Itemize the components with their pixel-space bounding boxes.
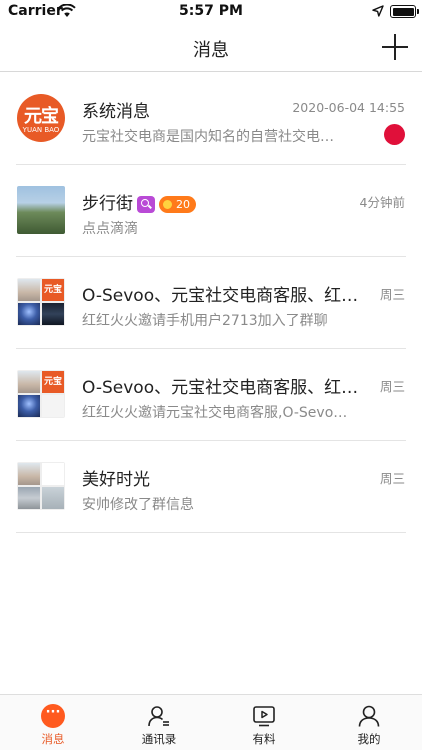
- search-badge-icon: [137, 195, 155, 213]
- conversation-row[interactable]: 元宝 YUAN BAO 系统消息 2020-06-04 14:55 元宝社交电商…: [0, 73, 422, 165]
- conversation-time: 周三: [379, 379, 405, 394]
- conversation-row[interactable]: 元宝 O-Sevoo、元宝社交电商客服、红红火火 周三 红红火火邀请手机用户27…: [0, 257, 422, 349]
- coin-icon: [163, 199, 172, 209]
- avatar-logo-subtext: YUAN BAO: [22, 126, 60, 134]
- page-title: 消息: [193, 40, 229, 61]
- unread-badge: [384, 124, 405, 145]
- tab-label: 通讯录: [141, 732, 177, 746]
- video-icon: [253, 706, 275, 727]
- conversation-title: O-Sevoo、元宝社交电商客服、红红火火: [82, 286, 374, 306]
- conversation-title: O-Sevoo、元宝社交电商客服、红红火火: [82, 378, 374, 398]
- tab-bar: 消息 通讯录 有料 我的: [0, 694, 422, 750]
- chat-bubble-icon: [41, 704, 65, 728]
- group-avatar: 元宝: [17, 278, 65, 326]
- battery-icon: [390, 5, 419, 18]
- tab-profile[interactable]: 我的: [316, 695, 422, 750]
- conversation-preview: 安帅修改了群信息: [82, 497, 194, 513]
- conversation-list: 元宝 YUAN BAO 系统消息 2020-06-04 14:55 元宝社交电商…: [0, 73, 422, 533]
- avatar-tile: [18, 395, 40, 417]
- tab-contacts[interactable]: 通讯录: [106, 695, 212, 750]
- tab-discover[interactable]: 有料: [211, 695, 317, 750]
- contacts-icon: [148, 706, 169, 727]
- avatar-tile: [42, 463, 64, 485]
- conversation-preview: 点点滴滴: [82, 221, 138, 237]
- avatar-tile: [42, 487, 64, 509]
- tab-messages[interactable]: 消息: [0, 695, 106, 750]
- avatar-logo-text: 元宝: [24, 106, 59, 127]
- conversation-time: 4分钟前: [359, 195, 405, 210]
- group-avatar: [17, 462, 65, 510]
- tab-label: 我的: [357, 732, 381, 746]
- conversation-time: 周三: [379, 287, 405, 302]
- conversation-row[interactable]: 元宝 O-Sevoo、元宝社交电商客服、红红火火 周三 红红火火邀请元宝社交电商…: [0, 349, 422, 441]
- avatar-tile: [18, 487, 40, 509]
- location-arrow-icon: [372, 5, 384, 17]
- avatar-tile: [18, 463, 40, 485]
- conversation-title: 步行街: [82, 194, 133, 214]
- conversation-row[interactable]: 步行街 20 4分钟前 点点滴滴: [0, 165, 422, 257]
- conversation-time: 2020-06-04 14:55: [292, 100, 405, 115]
- clock: 5:57 PM: [179, 3, 243, 19]
- group-avatar: 元宝: [17, 370, 65, 418]
- avatar-tile: [18, 303, 40, 325]
- tab-label: 有料: [252, 732, 276, 746]
- person-icon: [358, 705, 380, 727]
- level-badge-value: 20: [176, 197, 190, 211]
- conversation-preview: 红红火火邀请元宝社交电商客服,O-Sevoo加入了群聊: [82, 405, 352, 421]
- conversation-time: 周三: [379, 471, 405, 486]
- avatar: 元宝 YUAN BAO: [17, 94, 65, 142]
- divider: [16, 532, 406, 533]
- nav-bar: 消息: [0, 24, 422, 72]
- avatar-tile: 元宝: [42, 279, 64, 301]
- conversation-preview: 红红火火邀请手机用户2713加入了群聊: [82, 313, 328, 329]
- conversation-title: 系统消息: [82, 102, 150, 122]
- avatar-tile: [18, 371, 40, 393]
- avatar: [17, 186, 65, 234]
- conversation-title-wrap: 步行街 20: [82, 189, 196, 214]
- conversation-preview: 元宝社交电商是国内知名的自营社交电商平台: [82, 129, 342, 145]
- conversation-title: 美好时光: [82, 470, 150, 490]
- add-icon[interactable]: [382, 34, 408, 60]
- level-badge: 20: [159, 195, 196, 213]
- tab-label: 消息: [41, 732, 65, 746]
- conversation-row[interactable]: 美好时光 周三 安帅修改了群信息: [0, 441, 422, 533]
- avatar-tile: [42, 395, 64, 417]
- avatar-tile: [42, 303, 64, 325]
- avatar-tile: 元宝: [42, 371, 64, 393]
- avatar-tile: [18, 279, 40, 301]
- status-bar: Carrier 5:57 PM: [0, 0, 422, 24]
